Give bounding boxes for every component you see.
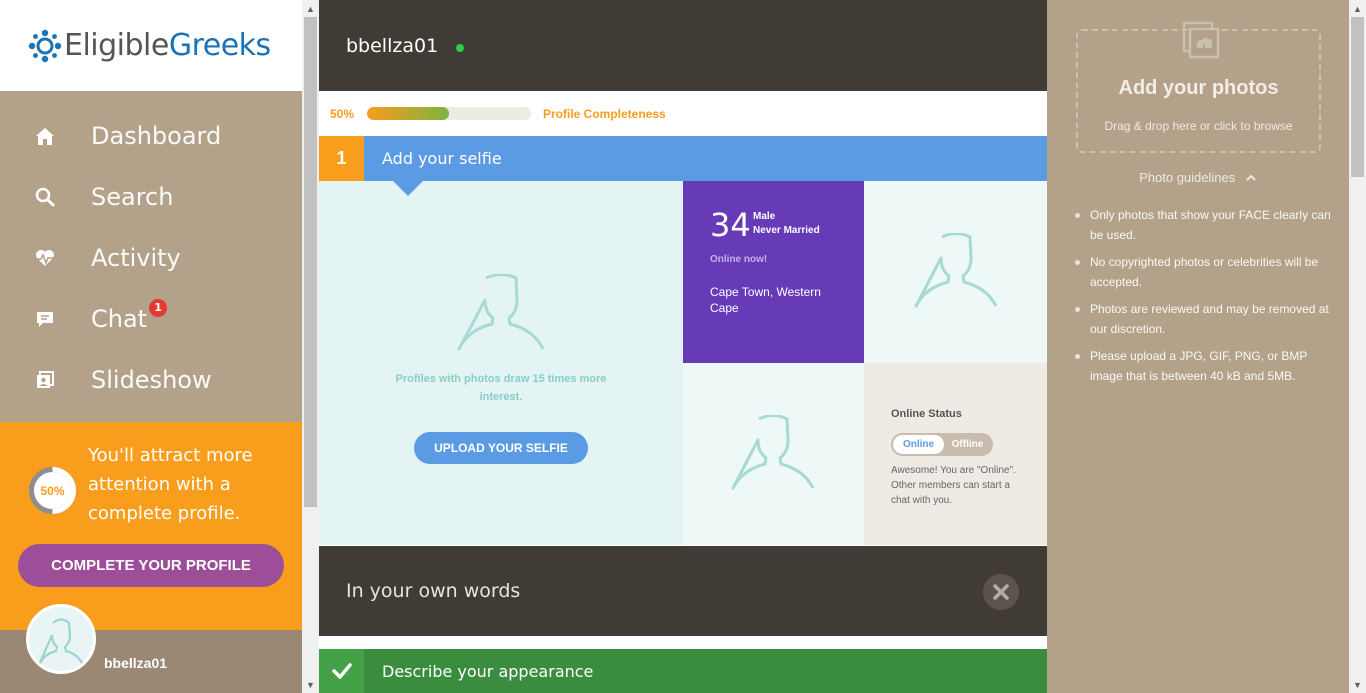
- progress-label: Profile Completeness: [543, 106, 666, 121]
- progress-fill: [367, 107, 449, 120]
- selfie-message: Profiles with photos draw 15 times more …: [395, 373, 607, 403]
- nav-label: Dashboard: [91, 121, 222, 150]
- user-name: bbellza01: [104, 655, 168, 671]
- toggle-offline[interactable]: Offline: [944, 435, 991, 454]
- slideshow-icon: [34, 369, 56, 391]
- promo-percent-label: 50%: [40, 484, 64, 498]
- photo-placeholder[interactable]: [864, 181, 1047, 363]
- guideline-item: No copyrighted photos or celebrities wil…: [1075, 252, 1339, 292]
- chat-icon: [34, 308, 56, 330]
- photo-placeholder[interactable]: [683, 363, 864, 545]
- photos-panel: Add your photos Drag & drop here or clic…: [1047, 0, 1349, 693]
- profile-progress-ring: 50%: [28, 466, 77, 520]
- step-number: 1: [319, 136, 364, 181]
- online-status-tile: Online Status Online Offline Awesome! Yo…: [864, 363, 1047, 545]
- selfie-upload-area[interactable]: Profiles with photos draw 15 times more …: [319, 181, 683, 545]
- photo-guidelines-list: Only photos that show your FACE clearly …: [1075, 205, 1339, 393]
- progress-bar: [367, 107, 531, 120]
- profile-info-tile: 34 Male Never Married Online now! Cape T…: [683, 181, 864, 363]
- nav-label-text: Chat: [91, 304, 148, 333]
- person-silhouette-icon: [39, 618, 83, 666]
- nav-label: Slideshow: [91, 365, 212, 394]
- nav-label: Activity: [91, 243, 181, 272]
- nav-label: Search: [91, 182, 174, 211]
- photos-upload-icon: [1182, 21, 1220, 59]
- profile-modal: bbellza01 50% Profile Completeness 1 Add…: [319, 0, 1047, 693]
- scrollbar-thumb[interactable]: [1351, 17, 1364, 177]
- online-indicator: [456, 43, 465, 52]
- scroll-up-icon[interactable]: ▲: [1349, 0, 1366, 17]
- own-words-section[interactable]: In your own words: [319, 546, 1047, 636]
- step-title: Add your selfie: [382, 149, 502, 168]
- age: 34: [710, 206, 751, 244]
- progress-percent: 50%: [330, 106, 355, 121]
- modal-username: bbellza01: [346, 34, 439, 57]
- step-caret: [393, 181, 423, 196]
- online-status-title: Online Status: [891, 408, 962, 420]
- logo[interactable]: EligibleGreeks: [0, 0, 302, 91]
- heartbeat-icon: [34, 247, 56, 269]
- photo-guidelines-label: Photo guidelines: [1139, 170, 1236, 185]
- guideline-item: Only photos that show your FACE clearly …: [1075, 205, 1339, 245]
- gender: Male: [753, 211, 776, 222]
- nav-item-chat[interactable]: Chat 1: [0, 288, 302, 349]
- online-status-description: Awesome! You are "Online". Other members…: [891, 465, 1016, 506]
- nav-item-slideshow[interactable]: Slideshow: [0, 349, 302, 410]
- own-words-title: In your own words: [346, 580, 521, 602]
- modal-header: bbellza01: [319, 0, 1047, 91]
- marital-status: Never Married: [753, 225, 820, 236]
- toggle-online[interactable]: Online: [893, 435, 944, 454]
- step-title: Describe your appearance: [382, 662, 594, 681]
- guideline-item: Photos are reviewed and may be removed a…: [1075, 299, 1339, 339]
- nav-item-search[interactable]: Search: [0, 166, 302, 227]
- person-silhouette-icon: [914, 233, 998, 308]
- home-icon: [34, 125, 56, 147]
- step-describe-appearance[interactable]: Describe your appearance: [319, 649, 1047, 693]
- nav-item-dashboard[interactable]: Dashboard: [0, 105, 302, 166]
- person-silhouette-icon: [457, 274, 545, 351]
- add-photos-title: Add your photos: [1118, 77, 1279, 99]
- scroll-down-icon[interactable]: ▼: [1349, 676, 1366, 693]
- logo-mark-icon: [28, 29, 62, 63]
- scroll-down-icon[interactable]: ▼: [302, 676, 319, 693]
- complete-profile-button[interactable]: COMPLETE YOUR PROFILE: [18, 544, 284, 587]
- guideline-item: Please upload a JPG, GIF, PNG, or BMP im…: [1075, 346, 1339, 386]
- online-now-label: Online now!: [710, 254, 768, 265]
- logo-text-part1: Eligible: [64, 28, 169, 63]
- person-silhouette-icon: [731, 415, 815, 490]
- scrollbar-thumb[interactable]: [304, 17, 317, 507]
- left-scrollbar[interactable]: ▲ ▼: [302, 0, 319, 693]
- scroll-up-icon[interactable]: ▲: [302, 0, 319, 17]
- nav-item-activity[interactable]: Activity: [0, 227, 302, 288]
- add-photos-subtitle: Drag & drop here or click to browse: [1104, 119, 1293, 133]
- search-icon: [34, 186, 56, 208]
- logo-text-part2: Greeks: [168, 28, 271, 63]
- online-status-toggle[interactable]: Online Offline: [891, 433, 993, 456]
- nav-label: Chat 1: [91, 298, 168, 333]
- check-icon: [319, 649, 364, 693]
- promo-text: You'll attract more attention with a com…: [88, 445, 253, 524]
- page-scrollbar[interactable]: ▲ ▼: [1349, 0, 1366, 693]
- close-icon[interactable]: [983, 574, 1019, 610]
- step-add-selfie[interactable]: 1 Add your selfie: [319, 136, 1047, 196]
- upload-selfie-button[interactable]: UPLOAD YOUR SELFIE: [414, 432, 588, 464]
- photo-dropzone[interactable]: Add your photos Drag & drop here or clic…: [1076, 21, 1321, 153]
- chat-badge: 1: [149, 298, 168, 317]
- chevron-up-icon: [1246, 174, 1256, 181]
- avatar[interactable]: [26, 604, 96, 674]
- profile-progress: 50% Profile Completeness: [319, 91, 1047, 136]
- main-nav: Dashboard Search Activity Chat 1 Slidesho…: [0, 91, 302, 410]
- logo-text: EligibleGreeks: [64, 28, 271, 63]
- photo-guidelines-toggle[interactable]: Photo guidelines: [1047, 170, 1349, 185]
- location: Cape Town, Western Cape: [710, 285, 821, 315]
